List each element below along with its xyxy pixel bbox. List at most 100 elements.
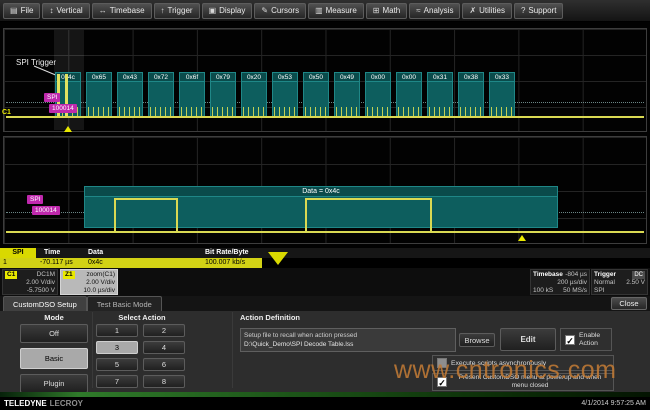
clock-pulses [150,107,172,116]
z1-descriptor[interactable]: Z1zoom(C1) 2.00 V/div 10.0 µs/div [60,269,118,295]
horizontal-arrows-icon: ↔ [99,6,107,15]
clock-pulses [305,107,327,116]
col-time: Time [44,249,60,256]
action-button-6[interactable]: 6 [143,358,185,371]
menu-trigger-label: Trigger [168,6,193,15]
setup-file-caption: Setup file to recall when action pressed [244,331,452,340]
spi-badge-zoom[interactable]: SPI [27,195,43,204]
action-button-7[interactable]: 7 [96,375,138,388]
decode-byte: 0x65 [86,72,112,118]
byte-value: 0x6f [180,73,204,82]
action-button-8[interactable]: 8 [143,375,185,388]
checkbox-checked-icon [437,377,447,387]
timebase-hscale: 200 µs/div [533,279,587,287]
mode-off-button[interactable]: Off [20,324,88,343]
byte-value: 0x38 [459,73,483,82]
descriptor-row: C1DC1M 2.00 V/div -5.7500 V Z1zoom(C1) 2… [0,268,650,296]
enable-action-checkbox[interactable]: Enable Action [560,328,612,351]
byte-value: 0x20 [242,73,266,82]
c1-chip: C1 [5,271,17,279]
teledyne-lecroy-logo: TELEDYNELECROY [4,399,83,408]
spi-id-badge-zoom: 100014 [32,206,60,215]
decode-byte: 0x6f [179,72,205,118]
present-menu-checkbox[interactable]: Present CustomDSO menu at powerup and wh… [432,373,614,391]
async-checkbox[interactable]: Execute scripts asynchronously [432,355,614,371]
setup-file-field[interactable]: Setup file to recall when action pressed… [240,328,456,352]
zoom-trigger-marker[interactable] [518,235,526,241]
action-definition-header: Action Definition [240,313,300,322]
checkbox-unchecked-icon [437,358,447,368]
customdso-dialog: CustomDSO Setup Test Basic Mode Close Mo… [0,296,650,392]
action-button-2[interactable]: 2 [143,324,185,337]
spi-badge-main[interactable]: SPI [44,93,60,102]
edit-button[interactable]: Edit [500,328,556,351]
decode-byte: 0x33 [489,72,515,118]
c1-vscale: 2.00 V/div [5,279,55,287]
menu-display[interactable]: ▣Display [202,3,253,19]
clock-pulses [88,107,110,116]
decode-table-row[interactable]: 1 -70.117 µs 0x4c 100.007 kb/s [0,258,262,268]
zoom-trace-pulse [305,198,432,232]
trigger-position-marker[interactable] [64,126,72,132]
enable-action-label: Enable Action [579,332,607,348]
menu-file[interactable]: ▤File [3,3,40,19]
clock-pulses [398,107,420,116]
browse-button[interactable]: Browse [459,333,495,347]
ruler-icon: ▥ [315,6,323,15]
brand-primary: TELEDYNE [4,399,47,408]
action-button-4[interactable]: 4 [143,341,185,354]
c1-descriptor[interactable]: C1DC1M 2.00 V/div -5.7500 V [2,269,58,295]
menu-vertical[interactable]: ↕Vertical [42,3,89,19]
clock-pulses [491,107,513,116]
status-bar: TELEDYNELECROY 4/1/2014 9:57:25 AM [0,397,650,410]
menu-timebase[interactable]: ↔Timebase [92,3,152,19]
tab-customdso-setup[interactable]: CustomDSO Setup [3,296,87,311]
col-data: Data [88,249,103,256]
menu-bar: ▤File ↕Vertical ↔Timebase ↑Trigger ▣Disp… [0,0,650,22]
close-button[interactable]: Close [611,297,647,310]
timebase-samples: 100 kS [533,287,553,295]
waveform-chart-icon: ≈ [416,6,420,15]
action-button-1[interactable]: 1 [96,324,138,337]
z1-vscale: 2.00 V/div [63,279,115,287]
decode-byte: 0x00 [365,72,391,118]
menu-measure[interactable]: ▥Measure [308,3,364,19]
timebase-title: Timebase [533,271,563,279]
byte-value: 0x65 [87,73,111,82]
async-label: Execute scripts asynchronously [451,360,546,367]
mode-basic-button[interactable]: Basic [20,348,88,369]
divider [232,312,233,388]
decode-protocol-chip[interactable]: SPI [0,248,36,258]
row-time: -70.117 µs [40,259,73,266]
tab-test-basic-mode[interactable]: Test Basic Mode [87,296,162,311]
calculator-icon: ⊞ [373,6,380,15]
menu-utilities[interactable]: ✗Utilities [462,3,511,19]
trigger-descriptor[interactable]: TriggerDC Normal2.50 V SPI [591,269,648,295]
menu-math[interactable]: ⊞Math [366,3,408,19]
byte-value: 0x00 [366,73,390,82]
timebase-descriptor[interactable]: Timebase-804 µs 200 µs/div 100 kS50 MS/s [530,269,590,295]
action-button-5[interactable]: 5 [96,358,138,371]
mode-plugin-button[interactable]: Plugin [20,374,88,393]
menu-support-label: Support [528,6,556,15]
decode-byte: 0x00 [396,72,422,118]
decode-byte: 0x49 [334,72,360,118]
oscilloscope-screen: ▤File ↕Vertical ↔Timebase ↑Trigger ▣Disp… [0,0,650,410]
row-index: 1 [3,259,7,266]
menu-analysis[interactable]: ≈Analysis [409,3,460,19]
decode-byte: 0x31 [427,72,453,118]
clock-pulses [429,107,451,116]
table-expand-arrow[interactable] [268,252,288,265]
clock-pulses [274,107,296,116]
action-button-3[interactable]: 3 [96,341,138,354]
setup-file-path: D:\Quick_Demo\SPI Decode Table.lss [244,340,452,349]
clock-pulses [336,107,358,116]
row-bitrate: 100.007 kb/s [205,259,245,266]
menu-cursors[interactable]: ✎Cursors [254,3,306,19]
waveform-area: SPI Trigger 0x4c 0x65 0x43 0x72 0x6f 0x7… [0,22,650,248]
menu-support[interactable]: ?Support [514,3,563,19]
byte-value: 0x53 [273,73,297,82]
trigger-arrow-icon: ↑ [161,6,165,15]
trigger-level: 2.50 V [626,279,645,287]
menu-trigger[interactable]: ↑Trigger [154,3,200,19]
